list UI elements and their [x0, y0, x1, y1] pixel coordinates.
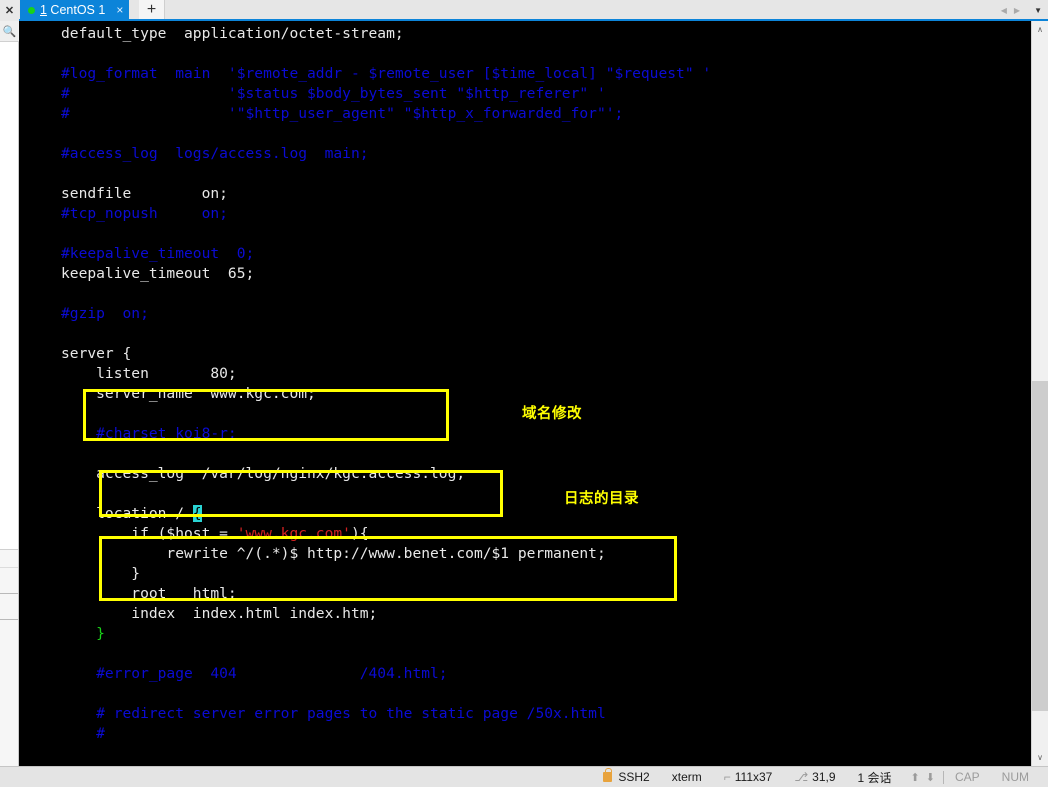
lock-icon [603, 768, 613, 782]
tab-centos-1[interactable]: 1 CentOS 1 × [20, 0, 130, 20]
resize-icon: ⌐ [723, 770, 731, 784]
rail-lower-panel [0, 550, 18, 766]
status-protocol-label: SSH2 [618, 770, 650, 784]
terminal-text: default_type application/octet-stream; #… [61, 25, 712, 742]
status-protocol[interactable]: SSH2 [592, 768, 660, 784]
status-emulation-label: xterm [671, 770, 702, 784]
annotation-label-domain: 域名修改 [522, 406, 582, 422]
download-arrow-icon: ⬇ [925, 771, 935, 784]
vertical-scrollbar[interactable]: ∧ ∨ [1031, 21, 1048, 766]
tab-bar: 1 CentOS 1 × + ◀ ▶ ▼ [19, 0, 1048, 21]
cursor-icon: ⎇ [794, 770, 809, 784]
status-cursor-position[interactable]: ⎇ 31,9 [783, 770, 846, 784]
new-tab-button[interactable]: + [139, 0, 165, 20]
status-screen-size[interactable]: ⌐ 111x37 [713, 770, 784, 784]
status-dot-icon [28, 6, 35, 14]
tab-label: 1 CentOS 1 [40, 3, 105, 17]
status-cap-label: CAP [954, 770, 980, 784]
status-caps-lock: CAP [944, 770, 991, 784]
status-transfer-arrows: ⬆ ⬇ [903, 771, 943, 784]
tab-title: CentOS 1 [46, 3, 106, 17]
status-bar: SSH2 xterm ⌐ 111x37 ⎇ 31,9 1 会话 ⬆ ⬇ CAP … [0, 766, 1048, 787]
rail-divider [0, 550, 18, 568]
tab-index: 1 [40, 3, 47, 17]
tab-prev-icon[interactable]: ◀ [1001, 6, 1007, 15]
status-size-label: 111x37 [734, 770, 773, 784]
session-manager-panel[interactable] [0, 42, 18, 550]
tab-menu-caret-icon[interactable]: ▼ [1034, 0, 1042, 20]
securecrt-window: ✕ 🔍 1 CentOS 1 × + ◀ ▶ ▼ default_type ap… [0, 0, 1048, 787]
tab-close-icon[interactable]: × [116, 3, 123, 17]
left-rail: ✕ 🔍 [0, 0, 19, 766]
rail-divider [0, 568, 18, 594]
terminal-screen[interactable]: default_type application/octet-stream; #… [19, 21, 1031, 766]
status-num-lock: NUM [991, 770, 1040, 784]
tab-nav-arrows: ◀ ▶ [1001, 0, 1020, 20]
scrollbar-thumb[interactable] [1032, 381, 1048, 711]
tab-next-icon[interactable]: ▶ [1014, 6, 1020, 15]
scroll-down-icon[interactable]: ∨ [1032, 749, 1048, 766]
status-num-label: NUM [1001, 770, 1029, 784]
upload-arrow-icon: ⬆ [910, 771, 920, 784]
close-icon[interactable]: ✕ [0, 0, 19, 21]
annotation-label-logdir: 日志的目录 [564, 491, 639, 507]
status-cursor-label: 31,9 [812, 770, 836, 784]
status-sessions[interactable]: 1 会话 [847, 769, 903, 786]
search-icon[interactable]: 🔍 [0, 21, 19, 42]
status-emulation[interactable]: xterm [661, 770, 713, 784]
status-sessions-label: 1 会话 [857, 770, 892, 785]
rail-divider [0, 594, 18, 620]
scroll-up-icon[interactable]: ∧ [1032, 21, 1048, 38]
